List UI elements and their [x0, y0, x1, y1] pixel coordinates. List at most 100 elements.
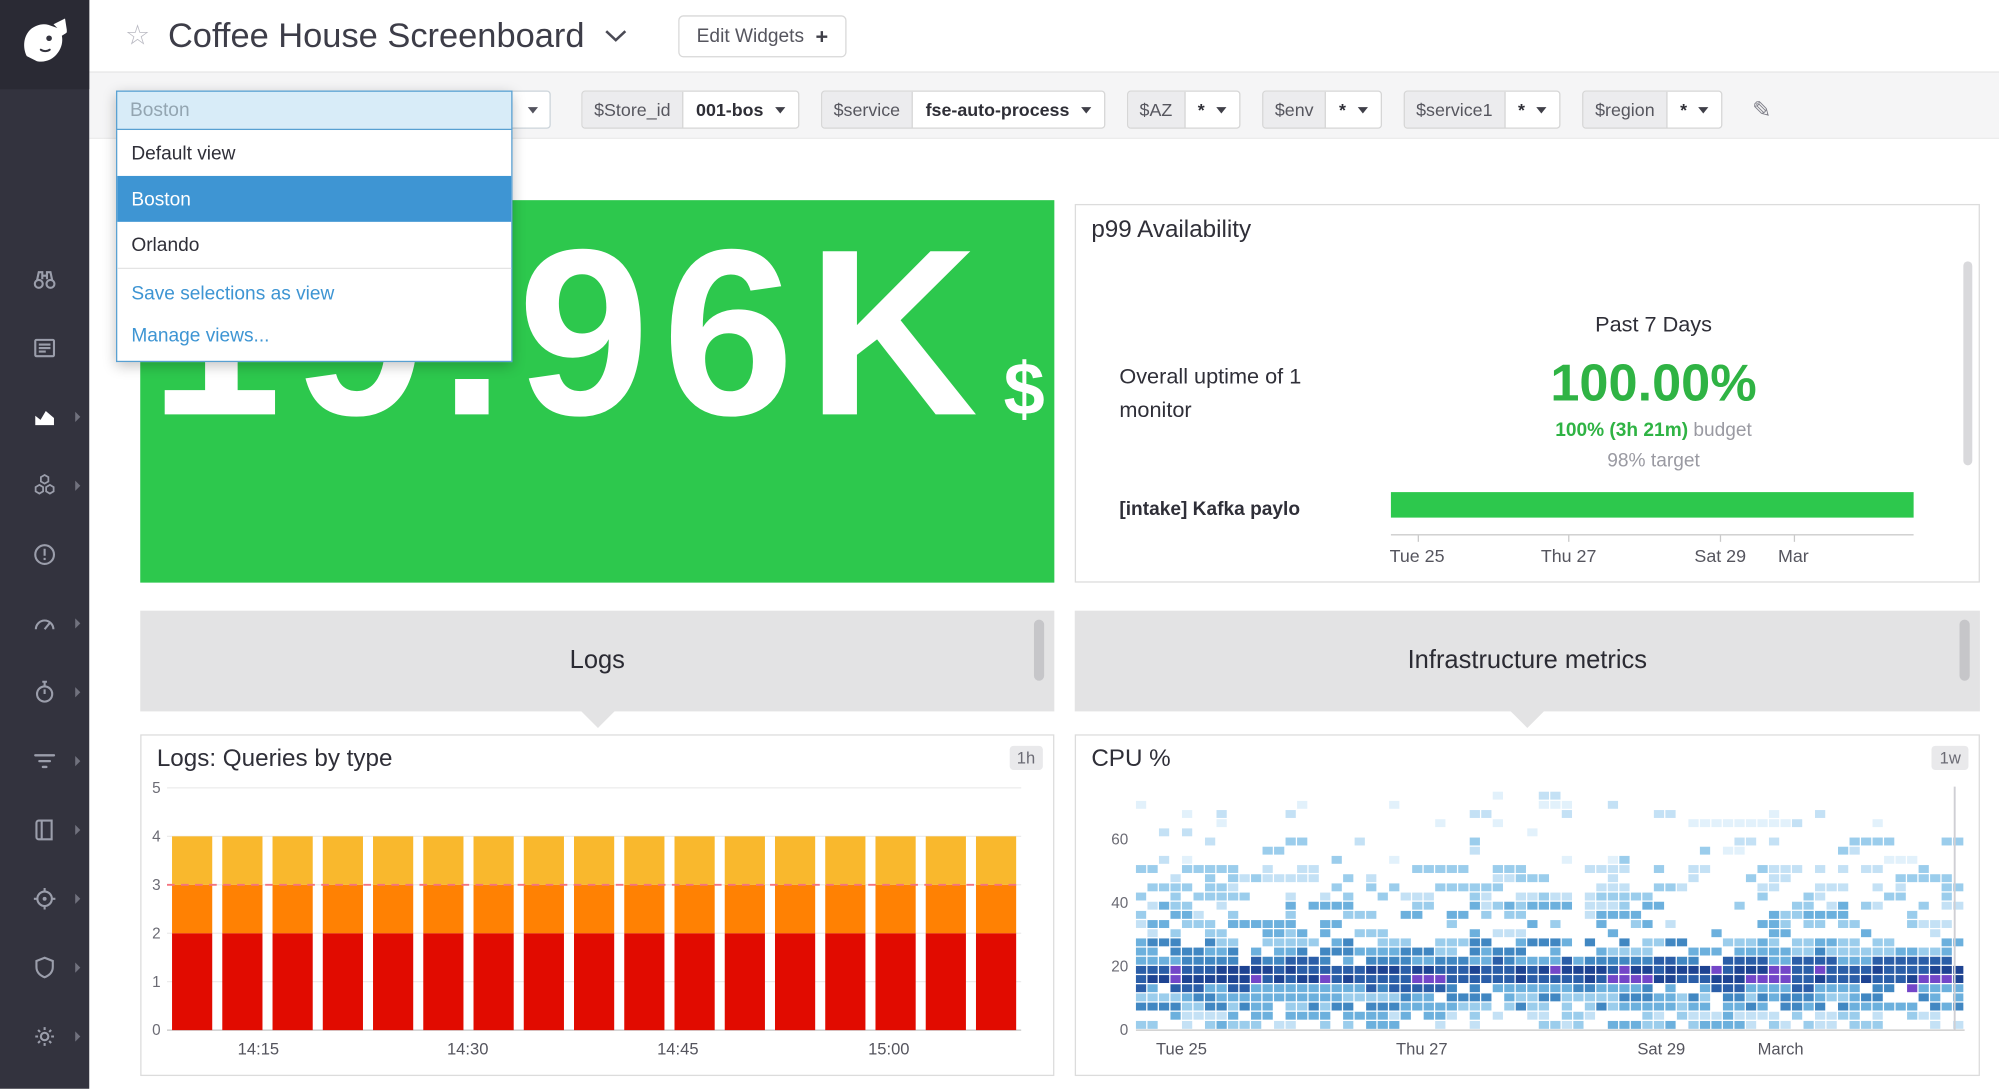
- chevron-down-icon: [1699, 106, 1709, 112]
- svg-text:0: 0: [1120, 1022, 1129, 1039]
- chevron-down-icon: [528, 107, 538, 113]
- sidebar-nav: [0, 255, 89, 1061]
- filter-lines-icon: [31, 747, 59, 775]
- slo-uptime-bar: [1391, 492, 1914, 517]
- axis-label: Mar: [1778, 546, 1809, 566]
- view-option-default[interactable]: Default view: [117, 130, 511, 176]
- top-bar: ☆ Coffee House Screenboard Edit Widgets …: [89, 0, 1999, 73]
- svg-text:15:00: 15:00: [868, 1039, 909, 1058]
- shield-icon: [31, 954, 59, 982]
- title-chevron-down-icon[interactable]: [605, 29, 628, 43]
- template-var-value: *: [1185, 92, 1239, 128]
- area-chart-icon: [31, 403, 59, 431]
- submenu-arrow-icon: [75, 618, 80, 628]
- logs-group-header[interactable]: Logs: [140, 611, 1054, 712]
- template-var-store-id[interactable]: $Store_id 001-bos: [581, 91, 799, 129]
- chevron-down-icon: [775, 106, 785, 112]
- view-dropdown-actions: Save selections as view Manage views...: [117, 268, 511, 361]
- sidebar-item-dashboards[interactable]: [0, 393, 89, 441]
- sidebar-item-metrics[interactable]: [0, 599, 89, 647]
- template-var-value: *: [1326, 92, 1380, 128]
- save-selections-link[interactable]: Save selections as view: [117, 273, 511, 315]
- template-var-az[interactable]: $AZ *: [1127, 91, 1241, 129]
- page-title[interactable]: Coffee House Screenboard: [168, 16, 585, 56]
- sidebar-item-security[interactable]: [0, 943, 89, 991]
- view-option-orlando[interactable]: Orlando: [117, 222, 511, 268]
- infrastructure-group-header[interactable]: Infrastructure metrics: [1075, 611, 1980, 712]
- submenu-arrow-icon: [75, 756, 80, 766]
- submenu-arrow-icon: [75, 481, 80, 491]
- svg-text:3: 3: [152, 877, 161, 894]
- sidebar-item-infrastructure[interactable]: [0, 462, 89, 510]
- view-option-boston[interactable]: Boston: [117, 176, 511, 222]
- svg-text:5: 5: [152, 780, 161, 797]
- template-var-service[interactable]: $service fse-auto-process: [821, 91, 1105, 129]
- template-var-value: 001-bos: [683, 92, 798, 128]
- manage-views-link[interactable]: Manage views...: [117, 315, 511, 357]
- template-var-env[interactable]: $env *: [1262, 91, 1382, 129]
- axis-tick: [1720, 535, 1721, 541]
- slo-uptime-label: Overall uptime of 1 monitor: [1119, 361, 1374, 427]
- template-var-service1[interactable]: $service1 *: [1403, 91, 1560, 129]
- slo-target-label: 98% target: [1462, 450, 1844, 472]
- timeframe-badge: 1h: [1009, 746, 1043, 770]
- datadog-logo[interactable]: [0, 0, 89, 89]
- chevron-down-icon: [1216, 106, 1226, 112]
- svg-text:60: 60: [1111, 831, 1128, 848]
- svg-text:2: 2: [152, 925, 161, 942]
- sidebar-item-apm[interactable]: [0, 668, 89, 716]
- sidebar-item-settings[interactable]: [0, 1012, 89, 1060]
- chevron-down-icon: [1081, 106, 1091, 112]
- group-pointer-notch: [579, 710, 615, 728]
- axis-label: Thu 27: [1541, 546, 1597, 566]
- template-var-name: $service1: [1405, 92, 1506, 128]
- submenu-arrow-icon: [75, 1031, 80, 1041]
- group-pointer-notch: [1509, 710, 1545, 728]
- scrollbar-thumb[interactable]: [1034, 620, 1044, 681]
- chevron-down-icon: [1536, 106, 1546, 112]
- edit-widgets-label: Edit Widgets: [697, 25, 804, 47]
- svg-text:14:45: 14:45: [657, 1039, 698, 1058]
- slo-widget: p99 Availability Past 7 Days Overall upt…: [1075, 204, 1980, 583]
- submenu-arrow-icon: [75, 412, 80, 422]
- scrollbar-thumb[interactable]: [1963, 261, 1972, 465]
- big-number-unit: $: [1004, 353, 1045, 427]
- sidebar-item-watchdog[interactable]: [0, 255, 89, 303]
- template-var-name: $env: [1263, 92, 1326, 128]
- svg-text:March: March: [1758, 1039, 1804, 1058]
- view-filter-input[interactable]: [116, 91, 512, 131]
- view-dropdown: Default view Boston Orlando Save selecti…: [116, 91, 512, 363]
- sidebar-item-synthetics[interactable]: [0, 875, 89, 923]
- sidebar-item-notebooks[interactable]: [0, 806, 89, 854]
- sidebar-item-monitors[interactable]: [0, 530, 89, 578]
- sidebar-item-events[interactable]: [0, 324, 89, 372]
- template-var-name: $AZ: [1128, 92, 1185, 128]
- gear-icon: [31, 1022, 59, 1050]
- binoculars-icon: [31, 265, 59, 293]
- timeframe-badge: 1w: [1932, 746, 1968, 770]
- logs-widget: Logs: Queries by type 1h 01234514:1514:3…: [140, 734, 1054, 1076]
- submenu-arrow-icon: [75, 825, 80, 835]
- template-var-region[interactable]: $region *: [1582, 91, 1722, 129]
- gauge-icon: [31, 609, 59, 637]
- favorite-star-icon[interactable]: ☆: [125, 22, 150, 50]
- logs-widget-title: Logs: Queries by type: [157, 746, 393, 774]
- edit-widgets-button[interactable]: Edit Widgets +: [679, 15, 846, 57]
- template-var-value: *: [1505, 92, 1559, 128]
- slo-x-axis: Tue 25 Thu 27 Sat 29 Mar: [1391, 534, 1914, 535]
- sidebar-item-logs[interactable]: [0, 737, 89, 785]
- group-title: Infrastructure metrics: [1075, 611, 1980, 712]
- slo-budget-line: 100% (3h 21m) budget: [1437, 419, 1870, 441]
- scrollbar-thumb[interactable]: [1960, 620, 1970, 681]
- cpu-widget-title: CPU %: [1091, 746, 1170, 774]
- alert-circle-icon: [31, 541, 59, 569]
- svg-text:Thu 27: Thu 27: [1396, 1039, 1448, 1058]
- sidebar: [0, 0, 89, 1089]
- slo-widget-title: p99 Availability: [1091, 217, 1251, 245]
- template-var-name: $region: [1584, 92, 1668, 128]
- slo-uptime-value: 100.00%: [1462, 353, 1844, 413]
- edit-template-vars-pencil-icon[interactable]: ✎: [1752, 96, 1771, 123]
- svg-text:Sat 29: Sat 29: [1637, 1039, 1685, 1058]
- svg-text:0: 0: [152, 1022, 161, 1039]
- view-dropdown-list: Default view Boston Orlando Save selecti…: [116, 130, 512, 362]
